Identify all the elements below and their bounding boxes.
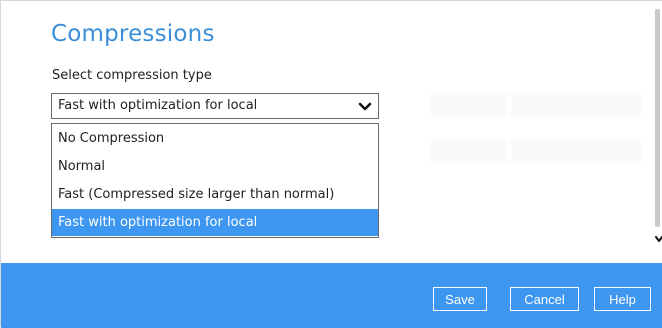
cancel-button[interactable]: Cancel [510,287,579,311]
vertical-scrollbar[interactable] [655,9,660,227]
save-button[interactable]: Save [433,287,487,311]
option-fast[interactable]: Fast (Compressed size larger than normal… [52,181,378,208]
option-fast-optimized-local[interactable]: Fast with optimization for local [52,209,378,236]
background-field [511,139,641,163]
option-normal[interactable]: Normal [52,153,378,180]
background-field [511,93,641,117]
settings-window: Compressions Select compression type Fas… [0,0,662,328]
compression-type-label: Select compression type [52,68,212,83]
page-title: Compressions [51,21,215,47]
scroll-down-arrow-icon[interactable] [655,235,662,243]
background-field [431,93,507,117]
compression-type-select[interactable]: Fast with optimization for local [51,93,379,119]
compression-type-value: Fast with optimization for local [58,98,258,113]
help-button[interactable]: Help [594,287,651,311]
option-no-compression[interactable]: No Compression [52,125,378,152]
compression-type-dropdown: No Compression Normal Fast (Compressed s… [51,123,379,238]
background-field [431,139,507,163]
chevron-down-icon [358,102,372,111]
settings-content: Compressions Select compression type Fas… [1,1,662,263]
